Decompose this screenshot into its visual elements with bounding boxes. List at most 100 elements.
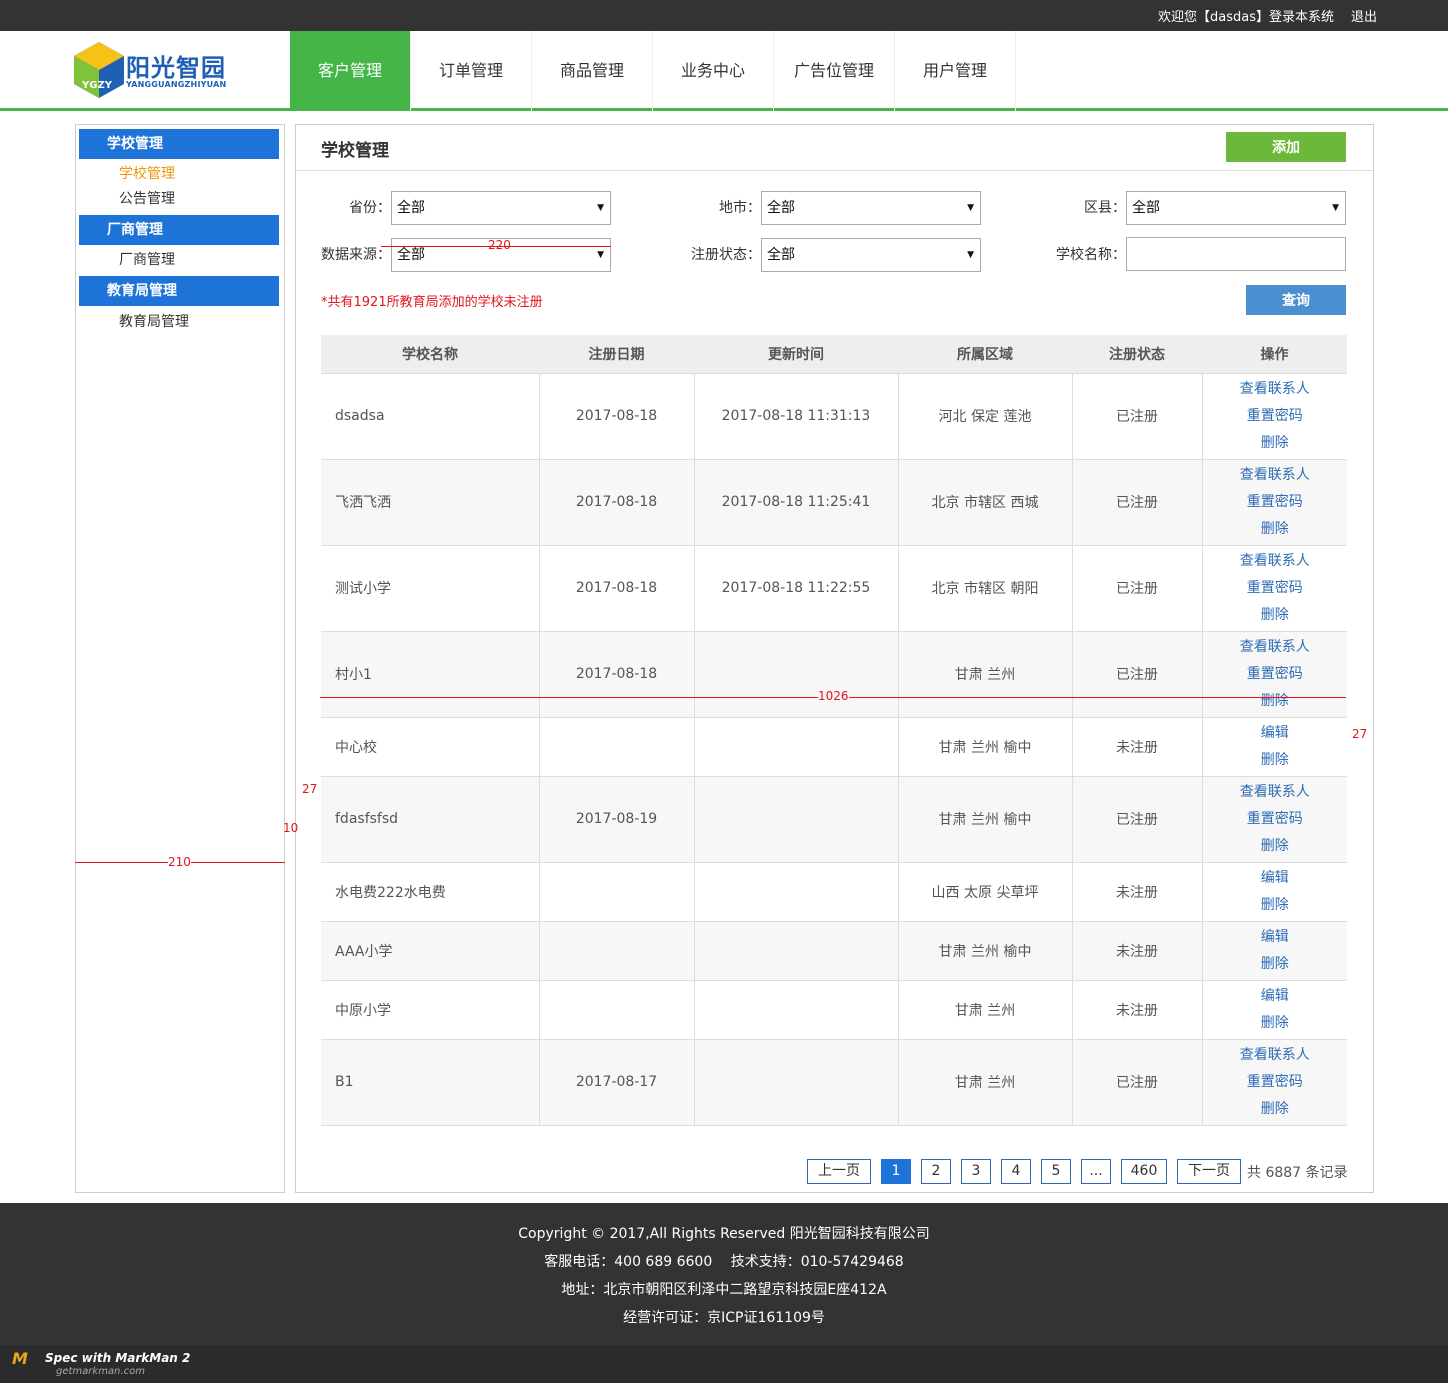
- markman-url: getmarkman.com: [56, 1366, 145, 1377]
- action-link[interactable]: 查看联系人: [1203, 376, 1348, 403]
- table-row: AAA小学 甘肃 兰州 榆中 未注册 编辑 删除: [321, 921, 1348, 981]
- action-link[interactable]: 编辑: [1203, 924, 1348, 951]
- status-cell: 已注册: [1072, 545, 1203, 632]
- status-cell: 已注册: [1072, 1039, 1203, 1126]
- page-5[interactable]: 5: [1041, 1159, 1071, 1184]
- action-link[interactable]: 重置密码: [1203, 489, 1348, 516]
- action-link[interactable]: 查看联系人: [1203, 634, 1348, 661]
- status-value: 全部: [767, 247, 795, 263]
- sidebar-item-education-bureau[interactable]: 教育局管理: [76, 310, 284, 335]
- city-label: 地市：: [719, 200, 761, 216]
- footer-phone: 客服电话：400 689 6600 技术支持：010-57429468: [544, 1254, 904, 1270]
- logo[interactable]: YGZY 阳光智园 YANGGUANGZHIYUAN: [74, 42, 244, 100]
- annotation-gap: 27: [1352, 727, 1368, 741]
- sidebar-item-school-management[interactable]: 学校管理: [76, 162, 284, 187]
- action-link[interactable]: 重置密码: [1203, 661, 1348, 688]
- col-register-date[interactable]: 注册日期: [539, 335, 694, 374]
- sidebar: 学校管理 学校管理 公告管理 厂商管理 厂商管理 教育局管理 教育局管理: [75, 124, 285, 1193]
- footer-copyright: Copyright © 2017,All Rights Reserved 阳光智…: [518, 1226, 930, 1242]
- action-link[interactable]: 删除: [1203, 747, 1348, 774]
- sidebar-item-announcement[interactable]: 公告管理: [76, 187, 284, 212]
- action-link[interactable]: 删除: [1203, 1010, 1348, 1037]
- top-bar: 欢迎您【dasdas】登录本系统 退出: [0, 0, 1448, 31]
- table-row: 村小1 2017-08-18 甘肃 兰州 已注册 查看联系人 重置密码 删除: [321, 631, 1348, 718]
- chevron-down-icon: ▼: [967, 203, 974, 213]
- city-select[interactable]: 全部 ▼: [761, 191, 981, 225]
- district-select[interactable]: 全部 ▼: [1126, 191, 1346, 225]
- school-name-cell: 测试小学: [321, 545, 540, 632]
- tab-product-management[interactable]: 商品管理: [532, 31, 653, 111]
- update-time-cell: 2017-08-18 11:31:13: [694, 373, 899, 460]
- action-link[interactable]: 重置密码: [1203, 806, 1348, 833]
- province-select[interactable]: 全部 ▼: [391, 191, 611, 225]
- status-select[interactable]: 全部 ▼: [761, 238, 981, 272]
- logo-subtext: YANGGUANGZHIYUAN: [126, 80, 227, 89]
- school-name-cell: 中原小学: [321, 980, 540, 1040]
- register-date-cell: [539, 862, 695, 922]
- region-cell: 北京 市辖区 西城: [898, 459, 1073, 546]
- annotation-width: 220: [488, 238, 511, 252]
- register-date-cell: 2017-08-18: [539, 631, 695, 718]
- update-time-cell: [694, 980, 899, 1040]
- query-button[interactable]: 查询: [1246, 285, 1346, 315]
- action-link[interactable]: 查看联系人: [1203, 779, 1348, 806]
- action-link[interactable]: 编辑: [1203, 720, 1348, 747]
- tab-customer-management[interactable]: 客户管理: [290, 31, 411, 111]
- action-link[interactable]: 查看联系人: [1203, 462, 1348, 489]
- tab-user-management[interactable]: 用户管理: [895, 31, 1016, 111]
- action-link[interactable]: 查看联系人: [1203, 548, 1348, 575]
- logout-link[interactable]: 退出: [1351, 6, 1377, 25]
- action-link[interactable]: 删除: [1203, 833, 1348, 860]
- table-header-row: 学校名称 注册日期 更新时间 所属区域 注册状态 操作: [321, 335, 1347, 374]
- action-link[interactable]: 重置密码: [1203, 575, 1348, 602]
- main-panel: 学校管理 添加 省份： 全部 ▼ 地市： 全部 ▼ 区县： 全部 ▼ 数据来源： 全部…: [295, 124, 1374, 1193]
- page-2[interactable]: 2: [921, 1159, 951, 1184]
- sidebar-item-vendor-management[interactable]: 厂商管理: [76, 248, 284, 273]
- page-3[interactable]: 3: [961, 1159, 991, 1184]
- sidebar-group-school[interactable]: 学校管理: [79, 129, 279, 159]
- action-link[interactable]: 删除: [1203, 951, 1348, 978]
- action-link[interactable]: 删除: [1203, 892, 1348, 919]
- page-4[interactable]: 4: [1001, 1159, 1031, 1184]
- source-value: 全部: [397, 247, 425, 263]
- school-name-input[interactable]: [1126, 237, 1346, 271]
- action-link[interactable]: 删除: [1203, 602, 1348, 629]
- sidebar-group-education-bureau[interactable]: 教育局管理: [79, 276, 279, 306]
- total-records: 共 6887 条记录: [1247, 1164, 1348, 1181]
- col-update-time[interactable]: 更新时间: [694, 335, 898, 374]
- sidebar-group-vendor[interactable]: 厂商管理: [79, 215, 279, 245]
- page-1[interactable]: 1: [881, 1159, 911, 1184]
- action-link[interactable]: 重置密码: [1203, 403, 1348, 430]
- unregistered-note: *共有1921所教育局添加的学校未注册: [321, 295, 543, 310]
- action-link[interactable]: 删除: [1203, 1096, 1348, 1123]
- action-link[interactable]: 重置密码: [1203, 1069, 1348, 1096]
- footer-address: 地址：北京市朝阳区利泽中二路望京科技园E座412A: [561, 1282, 887, 1298]
- region-cell: 甘肃 兰州 榆中: [898, 776, 1073, 863]
- table-row: 测试小学 2017-08-18 2017-08-18 11:22:55 北京 市辖区 …: [321, 545, 1348, 632]
- action-link[interactable]: 编辑: [1203, 865, 1348, 892]
- tab-ad-management[interactable]: 广告位管理: [774, 31, 895, 111]
- region-cell: 河北 保定 莲池: [898, 373, 1073, 460]
- actions-cell: 查看联系人 重置密码 删除: [1202, 776, 1348, 863]
- page-460[interactable]: 460: [1121, 1159, 1167, 1184]
- table-row: dsadsa 2017-08-18 2017-08-18 11:31:13 河北 保定…: [321, 373, 1348, 460]
- region-cell: 甘肃 兰州: [898, 980, 1073, 1040]
- add-button[interactable]: 添加: [1226, 132, 1346, 162]
- province-value: 全部: [397, 200, 425, 216]
- action-link[interactable]: 编辑: [1203, 983, 1348, 1010]
- action-link[interactable]: 删除: [1203, 688, 1348, 715]
- action-link[interactable]: 删除: [1203, 516, 1348, 543]
- action-link[interactable]: 删除: [1203, 430, 1348, 457]
- table-row: 飞洒飞洒 2017-08-18 2017-08-18 11:25:41 北京 市辖区 …: [321, 459, 1348, 546]
- action-link[interactable]: 查看联系人: [1203, 1042, 1348, 1069]
- col-region[interactable]: 所属区域: [898, 335, 1072, 374]
- col-school-name[interactable]: 学校名称: [321, 335, 539, 374]
- next-page-button[interactable]: 下一页: [1177, 1159, 1241, 1184]
- update-time-cell: [694, 1039, 899, 1126]
- tab-business-center[interactable]: 业务中心: [653, 31, 774, 111]
- status-cell: 未注册: [1072, 717, 1203, 777]
- tab-order-management[interactable]: 订单管理: [411, 31, 532, 111]
- prev-page-button[interactable]: 上一页: [807, 1159, 871, 1184]
- update-time-cell: [694, 862, 899, 922]
- col-status[interactable]: 注册状态: [1072, 335, 1202, 374]
